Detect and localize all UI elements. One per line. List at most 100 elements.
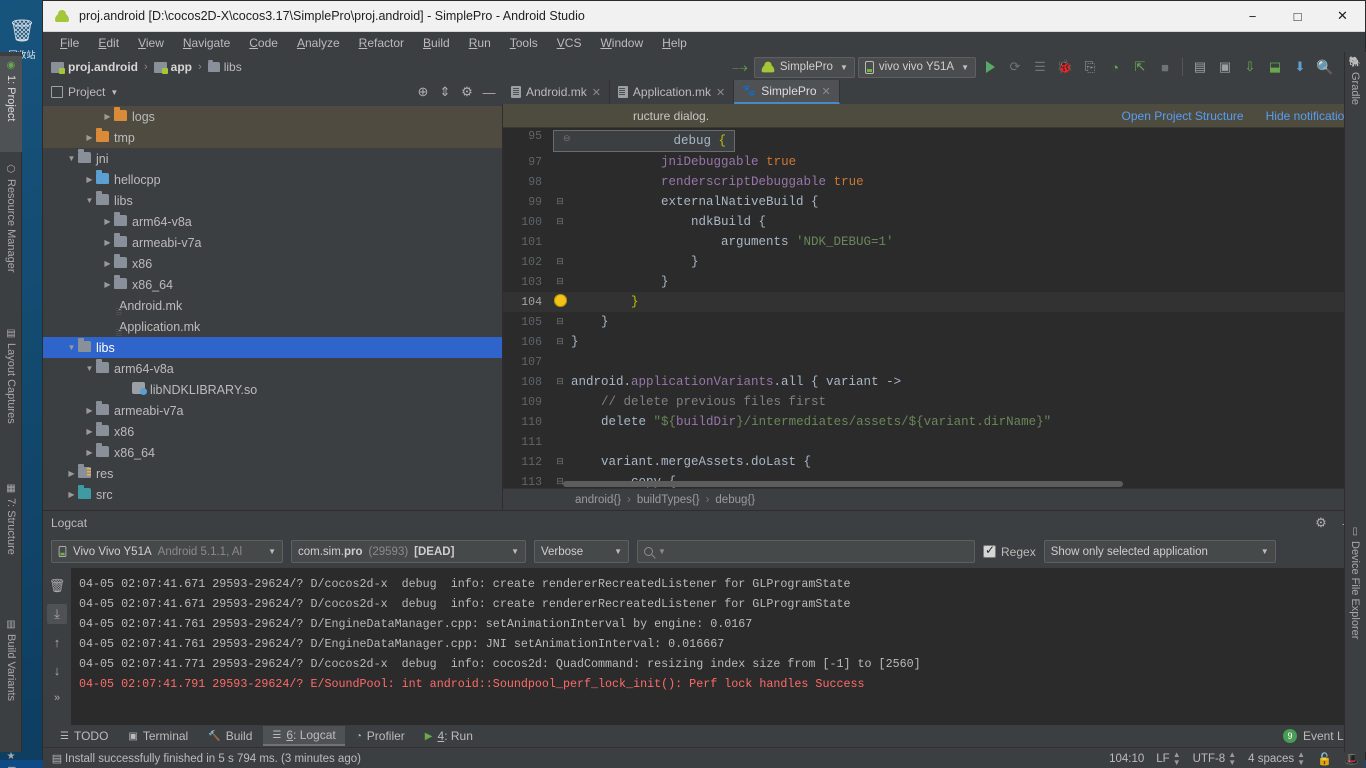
- tool-button-build-variants[interactable]: ▥ Build Variants: [0, 615, 22, 739]
- chevron-right-icon[interactable]: ▶: [65, 490, 78, 499]
- profile-icon[interactable]: ◔: [1104, 56, 1126, 78]
- chevron-right-icon[interactable]: ▶: [101, 259, 114, 268]
- chevron-right-icon[interactable]: ▶: [101, 217, 114, 226]
- soft-wrap-icon[interactable]: »: [47, 688, 67, 708]
- code-breadcrumb-item[interactable]: buildTypes{}: [637, 494, 700, 506]
- chevron-right-icon[interactable]: ▶: [101, 238, 114, 247]
- code-line-105[interactable]: 105 ⊟ }: [503, 312, 1365, 332]
- breadcrumb-item-proj-android[interactable]: proj.android: [51, 60, 138, 74]
- close-icon[interactable]: ✕: [592, 86, 601, 99]
- logcat-process-selector[interactable]: com.sim.pro (29593) [DEAD] ▼: [291, 540, 526, 563]
- logcat-lines[interactable]: 04-05 02:07:41.671 29593-29624/? D/cocos…: [71, 568, 1353, 725]
- tree-node-libs[interactable]: ▼ libs: [43, 190, 502, 211]
- fold-marker-icon[interactable]: ⊟: [549, 457, 571, 467]
- search-everywhere-icon[interactable]: 🔍: [1314, 56, 1336, 78]
- bottom-tab-build[interactable]: 🔨 Build: [199, 727, 261, 745]
- code-line-112[interactable]: 112 ⊟ variant.mergeAssets.doLast {: [503, 452, 1365, 472]
- menu-item-file[interactable]: File: [51, 34, 88, 52]
- chevron-right-icon[interactable]: ▶: [83, 448, 96, 457]
- menu-item-run[interactable]: Run: [460, 34, 500, 52]
- fold-marker-icon[interactable]: ⊖: [563, 134, 571, 144]
- menu-item-build[interactable]: Build: [414, 34, 459, 52]
- bottom-tab-4--run[interactable]: ▶ 4: Run: [416, 727, 482, 745]
- tree-node-x86-64[interactable]: ▶ x86_64: [43, 274, 502, 295]
- lock-icon[interactable]: 🔓: [1317, 752, 1332, 766]
- close-icon[interactable]: ✕: [822, 85, 831, 98]
- update-icon[interactable]: ⬇: [1289, 56, 1311, 78]
- gear-icon[interactable]: ⚙: [457, 82, 477, 102]
- tree-node-logs[interactable]: ▶ logs: [43, 106, 502, 127]
- menu-item-edit[interactable]: Edit: [89, 34, 128, 52]
- tree-node-arm64-v8a[interactable]: ▼ arm64-v8a: [43, 358, 502, 379]
- sdk-manager-icon[interactable]: ▤: [1189, 56, 1211, 78]
- code-line-100[interactable]: 100 ⊟ ndkBuild {: [503, 212, 1365, 232]
- locate-target-icon[interactable]: ⊕: [413, 82, 433, 102]
- tree-node-x86[interactable]: ▶ x86: [43, 421, 502, 442]
- chevron-right-icon[interactable]: ▶: [83, 406, 96, 415]
- project-tree[interactable]: ▶ logs ▶ tmp ▼ jni ▶ hellocpp ▼ libs ▶ arm64-v8a ▶ ar…: [43, 104, 502, 510]
- recycle-bin-icon[interactable]: 🗑: [8, 20, 36, 50]
- tree-node-android-mk[interactable]: Android.mk: [43, 295, 502, 316]
- menu-item-code[interactable]: Code: [240, 34, 287, 52]
- previous-occurrence-icon[interactable]: ↑: [47, 632, 67, 652]
- code-breadcrumb-item[interactable]: android{}: [575, 494, 621, 506]
- tool-button-7--structure[interactable]: ▦ 7: Structure: [0, 479, 22, 589]
- indent-setting[interactable]: 4 spaces ▲ ▼: [1248, 750, 1305, 767]
- avd-manager-icon[interactable]: ▣: [1214, 56, 1236, 78]
- menu-item-refactor[interactable]: Refactor: [350, 34, 413, 52]
- chevron-down-icon[interactable]: ▼: [65, 154, 78, 163]
- code-line-97[interactable]: 97 jniDebuggable true: [503, 152, 1365, 172]
- intention-bulb-icon[interactable]: [549, 294, 571, 310]
- editor-tab-application-mk[interactable]: Application.mk ✕: [610, 80, 735, 104]
- menu-item-help[interactable]: Help: [653, 34, 696, 52]
- tree-node-jni[interactable]: ▼ jni: [43, 148, 502, 169]
- run-button[interactable]: [979, 56, 1001, 78]
- code-line-109[interactable]: 109 // delete previous files first: [503, 392, 1365, 412]
- tree-node-arm64-v8a[interactable]: ▶ arm64-v8a: [43, 211, 502, 232]
- tree-node-x86-64[interactable]: ▶ x86_64: [43, 442, 502, 463]
- code-view[interactable]: debug { 95 ⊖ 97 jniDebuggable true 98 ren…: [503, 128, 1365, 488]
- code-line-106[interactable]: 106 ⊟}: [503, 332, 1365, 352]
- code-line-110[interactable]: 110 delete "${buildDir}/intermediates/as…: [503, 412, 1365, 432]
- logcat-search-field[interactable]: [670, 545, 968, 558]
- close-icon[interactable]: ✕: [716, 86, 725, 99]
- run-coverage-icon[interactable]: ⇱: [1129, 56, 1151, 78]
- tree-node-armeabi-v7a[interactable]: ▶ armeabi-v7a: [43, 400, 502, 421]
- code-line-108[interactable]: 108 ⊟ android.applicationVariants.all { va…: [503, 372, 1365, 392]
- debug-icon[interactable]: 🐞: [1054, 56, 1076, 78]
- gear-icon[interactable]: ⚙: [1311, 513, 1331, 533]
- scroll-to-end-icon[interactable]: ⤓: [47, 604, 67, 624]
- line-separator[interactable]: LF ▲ ▼: [1156, 750, 1180, 767]
- tool-button-layout-captures[interactable]: ▤ Layout Captures: [0, 324, 22, 455]
- inspection-profile-icon[interactable]: 🎩: [1344, 752, 1359, 766]
- editor-horizontal-scrollbar[interactable]: [563, 480, 1365, 488]
- tool-button-gradle[interactable]: 🐘 Gradle: [1344, 52, 1366, 105]
- device-selector[interactable]: vivo vivo Y51A ▼: [857, 56, 976, 78]
- code-line-103[interactable]: 103 ⊟ }: [503, 272, 1365, 292]
- logcat-scope-selector[interactable]: Show only selected application ▼: [1043, 540, 1276, 563]
- fold-marker-icon[interactable]: ⊟: [549, 317, 571, 327]
- module-selector[interactable]: SimplePro ▼: [753, 56, 855, 78]
- code-line-98[interactable]: 98 renderscriptDebuggable true: [503, 172, 1365, 192]
- breadcrumb-item-app[interactable]: app: [153, 60, 192, 74]
- file-encoding[interactable]: UTF-8 ▲ ▼: [1193, 750, 1237, 767]
- minimize-button[interactable]: −: [1230, 1, 1275, 32]
- project-title-group[interactable]: Project ▼: [51, 85, 118, 99]
- code-line-101[interactable]: 101 arguments 'NDK_DEBUG=1': [503, 232, 1365, 252]
- chevron-down-icon[interactable]: ▼: [83, 196, 96, 205]
- build-hammer-icon[interactable]: ⤍: [729, 56, 751, 78]
- editor-tab-simplepro[interactable]: 🐾 SimplePro ✕: [734, 80, 840, 104]
- tree-node-res[interactable]: ▶ res: [43, 463, 502, 484]
- chevron-right-icon[interactable]: ▶: [83, 175, 96, 184]
- code-breadcrumb[interactable]: android{} › buildTypes{} › debug{}: [503, 488, 1365, 510]
- menu-item-window[interactable]: Window: [591, 34, 652, 52]
- menu-item-tools[interactable]: Tools: [501, 34, 547, 52]
- tool-button-resource-manager[interactable]: ⬡ Resource Manager: [0, 160, 22, 298]
- menu-item-analyze[interactable]: Analyze: [288, 34, 349, 52]
- logcat-device-selector[interactable]: Vivo Vivo Y51A Android 5.1.1, Al ▼: [51, 540, 283, 563]
- maximize-button[interactable]: □: [1275, 1, 1320, 32]
- fold-marker-icon[interactable]: ⊟: [549, 217, 571, 227]
- tool-button-device-file-explorer[interactable]: ▯ Device File Explorer: [1344, 522, 1366, 639]
- bottom-tab-6--logcat[interactable]: ☰ 6: Logcat: [263, 726, 345, 746]
- tool-button-1--project[interactable]: ◉ 1: Project: [0, 56, 22, 152]
